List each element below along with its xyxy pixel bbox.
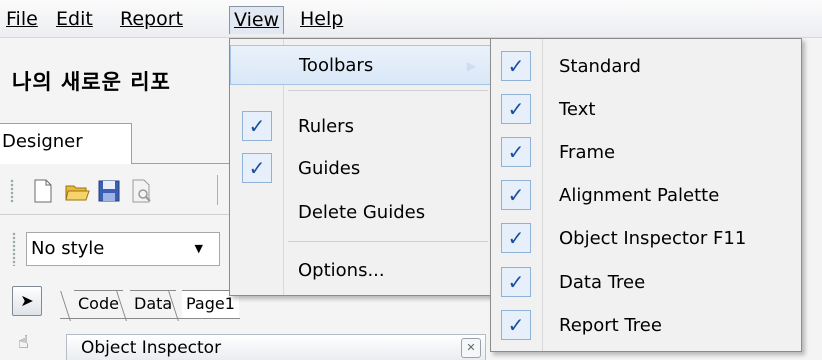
menu-item-delete-guides[interactable]: Delete Guides [230,193,491,233]
print-preview-icon[interactable] [128,178,154,204]
menu-item-text[interactable]: ✓ Text [491,88,801,131]
view-menu: Toolbars ▶ ✓ Rulers ✓ Guides Delete Guid… [229,38,492,296]
tab-designer[interactable]: Designer [0,123,132,164]
checkmark-icon: ✓ [242,153,272,183]
menu-item-rulers[interactable]: ✓ Rulers [230,107,491,147]
hand-tool-icon[interactable]: ☝ [18,332,29,353]
toolbars-submenu: ✓ Standard ✓ Text ✓ Frame ✓ Alignment Pa… [490,38,802,352]
menu-item-standard[interactable]: ✓ Standard [491,45,801,88]
report-title: 나의 새로운 리포 [12,70,171,94]
menu-item-options[interactable]: Options... [230,251,491,291]
object-inspector-header: Object Inspector ✕ [66,334,486,360]
object-inspector-title: Object Inspector [81,338,222,358]
toolbar-separator [217,175,218,205]
open-folder-icon[interactable] [64,178,90,204]
menu-view[interactable]: View [229,6,285,34]
chevron-right-icon: ▶ [466,59,476,73]
dropdown-arrow-icon: ▼ [194,242,203,255]
new-document-icon[interactable] [30,178,56,204]
menu-item-frame[interactable]: ✓ Frame [491,131,801,174]
toolbar-grip[interactable] [10,179,14,203]
save-icon[interactable] [96,178,122,204]
checkmark-icon: ✓ [501,180,531,210]
checkmark-icon: ✓ [501,137,531,167]
menu-separator [288,90,488,91]
menu-help[interactable]: Help [296,6,347,34]
menu-item-toolbars[interactable]: Toolbars ▶ [230,45,491,85]
style-select[interactable]: No style ▼ [26,232,220,266]
cursor-arrow-icon: ➤ [20,291,34,310]
style-select-value: No style [31,238,105,259]
checkmark-icon: ✓ [501,267,531,297]
page-tabs-divider [60,318,240,319]
menu-item-guides[interactable]: ✓ Guides [230,149,491,189]
checkmark-icon: ✓ [501,51,531,81]
menu-item-alignment-palette[interactable]: ✓ Alignment Palette [491,174,801,217]
checkmark-icon: ✓ [242,111,272,141]
close-icon[interactable]: ✕ [461,338,481,358]
menu-item-report-tree[interactable]: ✓ Report Tree [491,304,801,347]
menu-edit[interactable]: Edit [52,6,97,34]
object-inspector-row: ☝ Object Inspector ✕ [0,330,490,360]
menu-bar: File Edit Report View Help [0,0,822,38]
menu-report[interactable]: Report [116,6,187,34]
checkmark-icon: ✓ [501,94,531,124]
menu-item-data-tree[interactable]: ✓ Data Tree [491,261,801,304]
standard-toolbar [0,165,240,215]
tab-code[interactable]: Code [74,290,123,318]
pointer-tool-button[interactable]: ➤ [12,286,42,316]
menu-item-object-inspector[interactable]: ✓ Object Inspector F11 [491,217,801,260]
menu-file[interactable]: File [2,6,42,34]
checkmark-icon: ✓ [501,310,531,340]
style-toolbar-grip[interactable] [12,232,16,266]
checkmark-icon: ✓ [501,223,531,253]
menu-separator [288,241,488,242]
